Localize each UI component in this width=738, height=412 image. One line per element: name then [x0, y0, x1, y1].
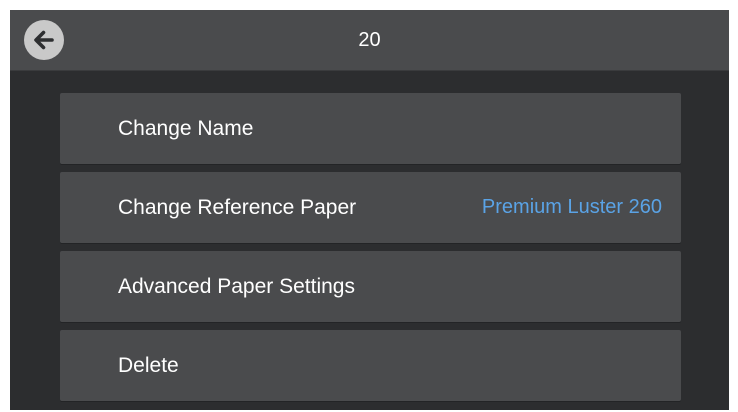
delete-button[interactable]: Delete — [60, 330, 681, 401]
page-title: 20 — [358, 29, 381, 51]
back-button[interactable] — [24, 20, 64, 60]
menu-list: Change Name Change Reference Paper Premi… — [60, 93, 681, 409]
menu-item-label: Delete — [118, 354, 179, 377]
device-screen: 20 Change Name Change Reference Paper Pr… — [10, 10, 729, 410]
menu-item-label: Change Reference Paper — [118, 196, 357, 219]
change-name-button[interactable]: Change Name — [60, 93, 681, 164]
header-bar: 20 — [10, 10, 729, 71]
change-reference-paper-button[interactable]: Change Reference Paper Premium Luster 26… — [60, 172, 681, 243]
advanced-paper-settings-button[interactable]: Advanced Paper Settings — [60, 251, 681, 322]
menu-item-label: Advanced Paper Settings — [118, 275, 355, 298]
reference-paper-value: Premium Luster 260 — [481, 196, 662, 218]
menu-item-label: Change Name — [118, 117, 254, 140]
back-arrow-icon — [34, 30, 54, 50]
